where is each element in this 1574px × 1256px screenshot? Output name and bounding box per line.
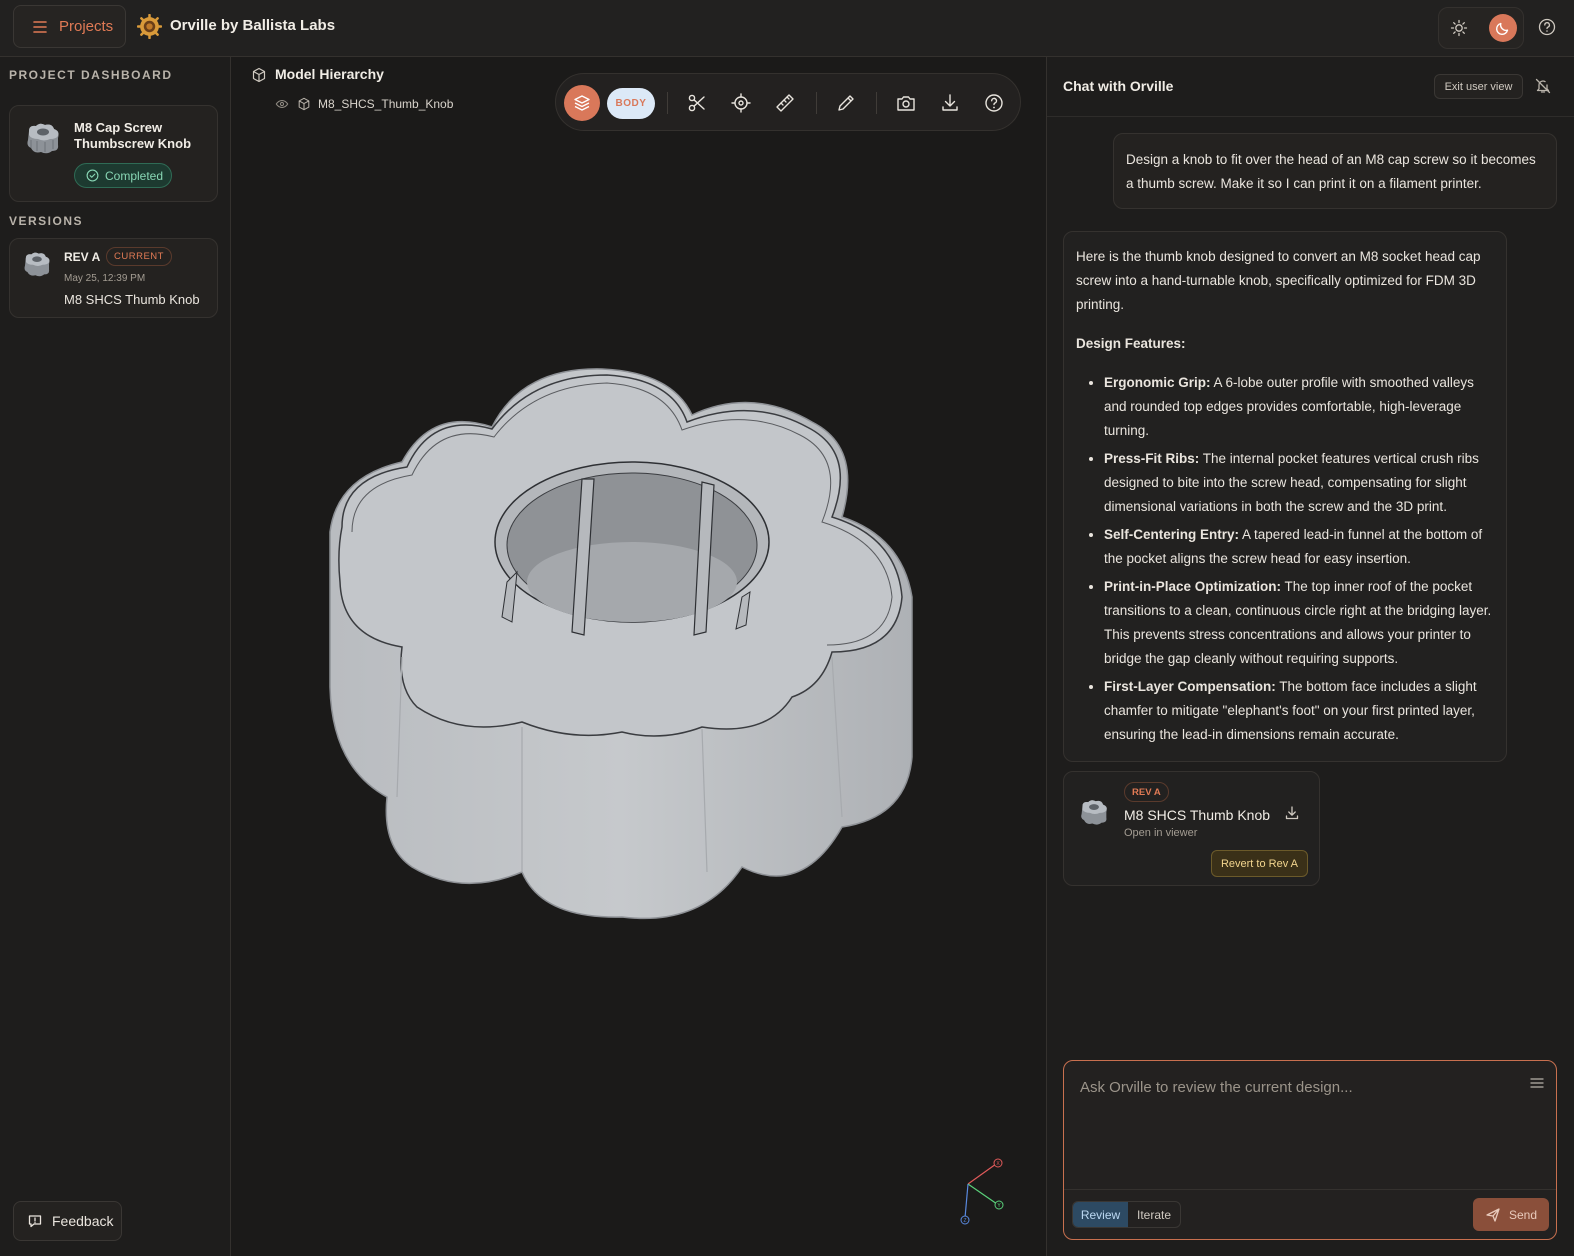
model-hierarchy-title: Model Hierarchy	[275, 66, 384, 82]
composer-divider	[1064, 1189, 1556, 1190]
moon-icon	[1495, 22, 1509, 36]
version-name: M8 SHCS Thumb Knob	[64, 292, 200, 307]
scissors-icon[interactable]	[686, 92, 708, 114]
send-button[interactable]: Send	[1473, 1198, 1549, 1231]
project-card[interactable]: M8 Cap Screw Thumbscrew Knob Completed	[9, 105, 218, 202]
assistant-intro: Here is the thumb knob designed to conve…	[1076, 249, 1481, 312]
pencil-icon[interactable]	[835, 92, 857, 114]
ruler-icon[interactable]	[774, 92, 796, 114]
knob-3d-model[interactable]	[322, 367, 922, 927]
version-date: May 25, 12:39 PM	[64, 273, 146, 284]
feature-item: Press-Fit Ribs: The internal pocket feat…	[1104, 447, 1494, 519]
version-rev: REV A	[64, 250, 101, 264]
feature-item: First-Layer Compensation: The bottom fac…	[1104, 675, 1494, 747]
cube-icon	[252, 67, 266, 83]
current-badge: CURRENT	[106, 247, 172, 266]
check-circle-icon	[86, 169, 99, 182]
axis-gizmo: X Y Z	[960, 1158, 1004, 1225]
bell-off-icon[interactable]	[1534, 77, 1552, 95]
knob-thumbnail	[27, 123, 59, 154]
menu-icon	[33, 20, 47, 33]
download-icon[interactable]	[939, 92, 961, 114]
revert-button[interactable]: Revert to Rev A	[1211, 850, 1308, 877]
top-bar: Projects Orville by Ballista Labs	[0, 0, 1574, 57]
knob-thumbnail	[1081, 800, 1107, 825]
chat-input[interactable]	[1080, 1079, 1520, 1179]
send-label: Send	[1508, 1207, 1538, 1222]
iterate-mode-button[interactable]: Iterate	[1128, 1202, 1180, 1227]
hierarchy-item[interactable]: M8_SHCS_Thumb_Knob	[318, 97, 453, 111]
knob-thumbnail	[24, 252, 50, 277]
projects-label: Projects	[59, 18, 114, 35]
target-icon[interactable]	[730, 92, 752, 114]
z-axis-label: Z	[963, 1218, 966, 1224]
help-icon[interactable]	[983, 92, 1005, 114]
toolbar-divider	[667, 92, 668, 114]
version-item[interactable]: REV A CURRENT May 25, 12:39 PM M8 SHCS T…	[9, 238, 218, 318]
dashboard-label: PROJECT DASHBOARD	[9, 68, 173, 82]
chat-title: Chat with Orville	[1063, 78, 1174, 94]
feature-item: Print-in-Place Optimization: The top inn…	[1104, 575, 1494, 671]
help-icon[interactable]	[1537, 17, 1557, 37]
review-mode-button[interactable]: Review	[1073, 1202, 1128, 1227]
assistant-message: Here is the thumb knob designed to conve…	[1063, 231, 1507, 762]
model-viewport[interactable]: Model Hierarchy M8_SHCS_Thumb_Knob BODY	[232, 57, 1045, 1256]
feature-item: Self-Centering Entry: A tapered lead-in …	[1104, 523, 1494, 571]
chat-composer: Review Iterate Send	[1063, 1060, 1557, 1240]
cube-icon	[298, 97, 310, 111]
versions-label: VERSIONS	[9, 214, 84, 228]
dark-mode-button[interactable]	[1489, 14, 1517, 42]
menu-icon[interactable]	[1529, 1076, 1545, 1090]
chat-header: Chat with Orville Exit user view	[1047, 57, 1574, 117]
project-title: M8 Cap Screw Thumbscrew Knob	[74, 120, 192, 151]
user-message: Design a knob to fit over the head of an…	[1113, 133, 1557, 209]
feedback-button[interactable]: Feedback	[13, 1201, 122, 1241]
chat-panel: Chat with Orville Exit user view Design …	[1046, 57, 1574, 1256]
body-toggle[interactable]: BODY	[607, 88, 655, 119]
sun-icon[interactable]	[1449, 18, 1469, 38]
layers-button[interactable]	[564, 85, 600, 121]
project-sidebar: PROJECT DASHBOARD M8 Cap Screw Thumbscre…	[0, 57, 231, 1256]
features-heading: Design Features:	[1076, 336, 1186, 351]
mode-toggle: Review Iterate	[1072, 1201, 1181, 1228]
send-icon	[1486, 1207, 1500, 1222]
feedback-label: Feedback	[52, 1213, 114, 1229]
theme-toggle	[1438, 7, 1524, 49]
revision-name[interactable]: M8 SHCS Thumb Knob	[1124, 807, 1270, 823]
download-icon[interactable]	[1284, 805, 1300, 821]
exit-user-view-button[interactable]: Exit user view	[1434, 74, 1523, 99]
orville-logo	[137, 14, 162, 39]
status-badge: Completed	[74, 163, 172, 188]
viewer-toolbar: BODY	[555, 73, 1021, 131]
projects-button[interactable]: Projects	[13, 5, 126, 48]
revision-badge: REV A	[1124, 782, 1169, 802]
open-in-viewer-link[interactable]: Open in viewer	[1124, 827, 1197, 839]
features-list: Ergonomic Grip: A 6-lobe outer profile w…	[1076, 371, 1494, 747]
camera-icon[interactable]	[895, 92, 917, 114]
feature-item: Ergonomic Grip: A 6-lobe outer profile w…	[1104, 371, 1494, 443]
app-title: Orville by Ballista Labs	[170, 17, 336, 34]
layers-icon	[574, 95, 590, 111]
status-label: Completed	[105, 168, 164, 183]
eye-icon[interactable]	[275, 97, 289, 111]
toolbar-divider	[876, 92, 877, 114]
toolbar-divider	[816, 92, 817, 114]
revision-card[interactable]: REV A M8 SHCS Thumb Knob Open in viewer …	[1063, 771, 1320, 886]
feedback-icon	[28, 1215, 42, 1228]
